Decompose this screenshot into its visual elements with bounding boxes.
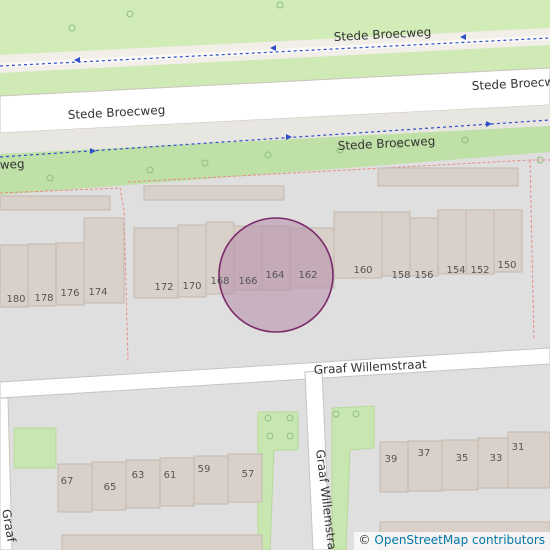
house-number: 57 [242, 469, 255, 480]
lower-grass-right [331, 405, 375, 550]
openstreetmap-contributors-link[interactable]: OpenStreetMap contributors [374, 533, 545, 547]
house-number: 158 [391, 270, 410, 281]
house-number: 160 [353, 265, 372, 276]
map-canvas: Stede Broecweg Stede Broecwe Stede Broec… [0, 0, 550, 550]
house-number-selected: 164 [265, 270, 284, 281]
map-attribution: © OpenStreetMap contributors [353, 532, 550, 550]
block-border-right [529, 159, 535, 341]
house-number: 154 [446, 265, 465, 276]
house-number: 61 [164, 470, 177, 481]
label-weg-left: weg [0, 157, 25, 172]
house-number: 178 [34, 293, 53, 304]
house-number: 162 [298, 270, 317, 281]
buildings-row3 [57, 453, 263, 550]
house-number: 65 [104, 482, 117, 493]
lower-grass-mid [257, 411, 299, 550]
house-number: 35 [456, 453, 469, 464]
copyright-symbol: © [358, 533, 371, 547]
lower-grass-left [13, 427, 57, 469]
house-number: 170 [182, 281, 201, 292]
house-number: 156 [414, 270, 433, 281]
house-number: 172 [154, 282, 173, 293]
house-number: 174 [88, 287, 107, 298]
house-number: 37 [418, 448, 431, 459]
house-number: 150 [497, 260, 516, 271]
house-number: 39 [385, 454, 398, 465]
house-number: 166 [238, 276, 257, 287]
house-number: 59 [198, 464, 211, 475]
house-number: 67 [61, 476, 74, 487]
house-number: 31 [512, 442, 525, 453]
map-view[interactable]: Stede Broecweg Stede Broecwe Stede Broec… [0, 0, 550, 550]
house-number: 63 [132, 470, 145, 481]
house-number: 176 [60, 288, 79, 299]
label-graaf-willemstraat: Graaf Willemstraat [313, 357, 427, 377]
graaf-willemstraat-road[interactable] [0, 347, 550, 399]
house-number: 152 [470, 265, 489, 276]
house-number: 180 [6, 294, 25, 305]
house-number: 168 [210, 276, 229, 287]
house-number: 33 [490, 453, 503, 464]
